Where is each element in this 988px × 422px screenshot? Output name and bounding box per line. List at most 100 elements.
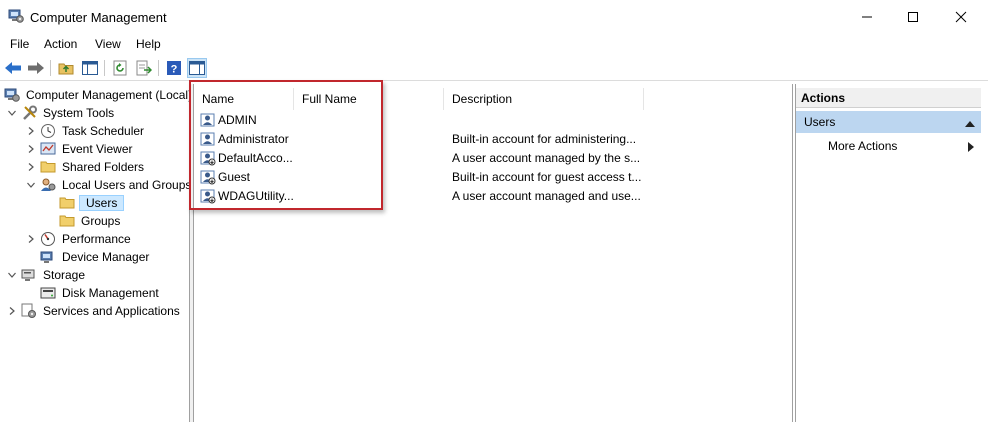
- user-description: Built-in account for guest access t...: [452, 170, 642, 184]
- tree-item-system-tools[interactable]: System Tools: [6, 104, 116, 122]
- up-one-level-button[interactable]: [56, 58, 76, 78]
- show-hide-action-pane-button[interactable]: [187, 58, 207, 78]
- event-viewer-icon: [40, 141, 56, 157]
- computer-management-icon: [8, 8, 24, 24]
- user-description: Built-in account for administering...: [452, 132, 637, 146]
- computer-management-icon: [4, 87, 20, 103]
- tree-label: Task Scheduler: [62, 124, 145, 138]
- show-hide-tree-icon: [82, 61, 98, 75]
- close-icon: [955, 11, 967, 23]
- users-list-view: Name Full Name Description ADMIN Adminis…: [193, 84, 793, 422]
- forward-arrow-icon: [28, 62, 44, 74]
- tree-item-local-users-and-groups[interactable]: Local Users and Groups: [25, 176, 190, 194]
- table-row[interactable]: Guest Built-in account for guest access …: [198, 168, 788, 187]
- column-header-name[interactable]: Name: [194, 88, 294, 110]
- actions-section-users[interactable]: Users: [796, 111, 981, 133]
- tree-label: Storage: [43, 268, 86, 282]
- back-button[interactable]: [3, 58, 23, 78]
- user-icon: [200, 169, 216, 185]
- user-description: A user account managed by the s...: [452, 151, 641, 165]
- chevron-down-icon[interactable]: [25, 179, 37, 191]
- tree-item-performance[interactable]: Performance: [25, 230, 133, 248]
- services-icon: [21, 303, 37, 319]
- close-button[interactable]: [938, 0, 984, 34]
- maximize-icon: [908, 12, 918, 22]
- tree-label: Event Viewer: [62, 142, 133, 156]
- tree-label: Local Users and Groups: [62, 178, 190, 192]
- tree-item-storage[interactable]: Storage: [6, 266, 87, 284]
- tree-label: Device Manager: [62, 250, 150, 264]
- folder-icon: [59, 213, 75, 229]
- table-row[interactable]: Administrator Built-in account for admin…: [198, 130, 788, 149]
- toolbar-separator: [104, 60, 105, 76]
- tree-label: Services and Applications: [43, 304, 180, 318]
- menu-file[interactable]: File: [10, 37, 29, 51]
- actions-pane: Actions Users More Actions: [795, 84, 988, 422]
- tree-item-disk-management[interactable]: Disk Management: [40, 284, 161, 302]
- user-description: A user account managed and use...: [452, 189, 641, 203]
- performance-icon: [40, 231, 56, 247]
- tree-item-groups[interactable]: Groups: [59, 212, 122, 230]
- folder-icon: [59, 195, 75, 211]
- chevron-down-icon[interactable]: [6, 269, 18, 281]
- local-users-icon: [40, 177, 56, 193]
- tree-item-event-viewer[interactable]: Event Viewer: [25, 140, 134, 158]
- more-actions-label: More Actions: [828, 139, 898, 153]
- system-tools-icon: [21, 105, 37, 121]
- clock-icon: [40, 123, 56, 139]
- menu-bar: File Action View Help: [0, 34, 988, 54]
- toolbar-separator: [158, 60, 159, 76]
- up-folder-icon: [58, 63, 74, 75]
- device-manager-icon: [40, 249, 56, 265]
- menu-action[interactable]: Action: [44, 37, 77, 51]
- tree-label: Disk Management: [62, 286, 159, 300]
- chevron-down-icon[interactable]: [6, 107, 18, 119]
- back-arrow-icon: [5, 62, 21, 74]
- tree-label: Users: [79, 195, 125, 211]
- refresh-button[interactable]: [110, 58, 130, 78]
- maximize-button[interactable]: [890, 0, 936, 34]
- tree-item-shared-folders[interactable]: Shared Folders: [25, 158, 146, 176]
- export-list-button[interactable]: [134, 58, 154, 78]
- help-button[interactable]: ?: [164, 58, 184, 78]
- menu-help[interactable]: Help: [136, 37, 161, 51]
- tree-item-task-scheduler[interactable]: Task Scheduler: [25, 122, 146, 140]
- user-icon: [200, 150, 216, 166]
- console-tree: Computer Management (Local) System Tools…: [0, 84, 190, 422]
- tree-label: Computer Management (Local): [26, 88, 190, 102]
- tree-item-services-and-applications[interactable]: Services and Applications: [6, 302, 182, 320]
- chevron-right-icon[interactable]: [6, 305, 18, 317]
- tree-item-computer-management[interactable]: Computer Management (Local): [4, 86, 190, 104]
- forward-button[interactable]: [26, 58, 46, 78]
- minimize-button[interactable]: [844, 0, 890, 34]
- user-name: ADMIN: [218, 113, 257, 127]
- tree-label: Shared Folders: [62, 160, 145, 174]
- column-header-full-name[interactable]: Full Name: [294, 88, 444, 110]
- user-name: WDAGUtility...: [218, 189, 294, 203]
- user-icon: [200, 131, 216, 147]
- user-name: Guest: [218, 170, 251, 184]
- tree-item-device-manager[interactable]: Device Manager: [40, 248, 151, 266]
- chevron-right-icon[interactable]: [25, 143, 37, 155]
- table-row[interactable]: WDAGUtility... A user account managed an…: [198, 187, 788, 206]
- more-actions-menu[interactable]: More Actions: [828, 139, 897, 153]
- collapse-up-icon[interactable]: [965, 117, 975, 131]
- help-icon: ?: [167, 61, 181, 76]
- tree-label: Performance: [62, 232, 131, 246]
- chevron-right-icon[interactable]: [25, 125, 37, 137]
- table-row[interactable]: ADMIN: [198, 111, 788, 130]
- column-header-description[interactable]: Description: [444, 88, 644, 110]
- folder-icon: [40, 159, 56, 175]
- window-title: Computer Management: [30, 10, 167, 25]
- toolbar-separator: [50, 60, 51, 76]
- table-row[interactable]: DefaultAcco... A user account managed by…: [198, 149, 788, 168]
- user-name: DefaultAcco...: [218, 151, 293, 165]
- chevron-right-icon[interactable]: [25, 233, 37, 245]
- menu-view[interactable]: View: [95, 37, 121, 51]
- actions-header: Actions: [796, 88, 981, 108]
- tree-item-users[interactable]: Users: [59, 194, 125, 212]
- show-hide-console-tree-button[interactable]: [80, 58, 100, 78]
- chevron-right-icon[interactable]: [25, 161, 37, 173]
- refresh-icon: [113, 60, 127, 76]
- export-list-icon: [136, 60, 152, 76]
